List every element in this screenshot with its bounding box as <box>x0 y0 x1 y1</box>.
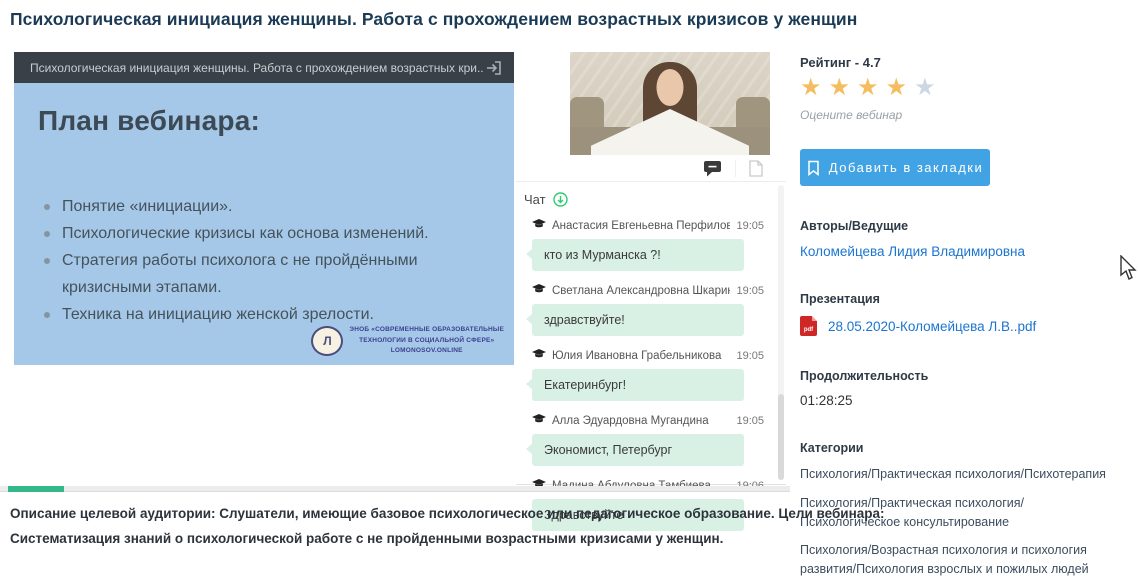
logo-text-line: ТЕХНОЛОГИИ В СОЦИАЛЬНОЙ СФЕРЕ» <box>349 336 504 347</box>
chat-message: Светлана Александровна Шкарина 19:05 здр… <box>532 284 764 336</box>
graduation-cap-icon <box>532 414 546 427</box>
rating-label: Рейтинг - 4.7 <box>800 55 1132 70</box>
graduation-cap-icon <box>532 219 546 232</box>
player-header-title: Психологическая инициация женщины. Работ… <box>30 61 484 75</box>
chat-message: Алла Эдуардовна Мугандина 19:05 Экономис… <box>532 414 764 466</box>
chat-message-header: Алла Эдуардовна Мугандина 19:05 <box>532 414 764 427</box>
presentation-label: Презентация <box>800 292 1132 306</box>
chat-message: Анастасия Евгеньевна Перфилова 19:05 кто… <box>532 219 764 271</box>
presenter-face <box>657 69 684 106</box>
chat-message-time: 19:05 <box>736 220 764 232</box>
materials-tab-icon[interactable] <box>735 160 776 177</box>
description-line: Систематизация знаний о психологической … <box>10 526 1130 551</box>
logo-text-line: LOMONOSOV.ONLINE <box>349 346 504 357</box>
pdf-badge-label: pdf <box>804 327 813 333</box>
page-title: Психологическая инициация женщины. Работ… <box>10 9 1130 30</box>
presentation-file-row: pdf 28.05.2020-Коломейцева Л.В..pdf <box>800 316 1132 336</box>
slide-bullet: Стратегия работы психолога с не пройдённ… <box>38 247 488 301</box>
graduation-cap-icon <box>532 349 546 362</box>
scroll-to-latest-icon[interactable] <box>553 192 568 207</box>
duration-value: 01:28:25 <box>800 393 1132 408</box>
add-bookmark-button[interactable]: Добавить в закладки <box>800 149 990 186</box>
logo-text-line: ЭНОБ «СОВРЕМЕННЫЕ ОБРАЗОВАТЕЛЬНЫЕ <box>349 325 504 336</box>
chat-message-bubble: здравствуйте! <box>532 304 744 336</box>
organization-logo: Л ЭНОБ «СОВРЕМЕННЫЕ ОБРАЗОВАТЕЛЬНЫЕ ТЕХН… <box>311 325 504 357</box>
playback-progress-fill <box>8 486 64 492</box>
slide-bullet: Понятие «инициации». <box>38 193 488 220</box>
logo-emblem-icon: Л <box>311 326 343 356</box>
chat-author-name: Юлия Ивановна Грабельникова <box>552 350 730 362</box>
chat-author-name: Анастасия Евгеньевна Перфилова <box>552 220 730 232</box>
logo-text: ЭНОБ «СОВРЕМЕННЫЕ ОБРАЗОВАТЕЛЬНЫЕ ТЕХНОЛ… <box>349 325 504 357</box>
player-header: Психологическая инициация женщины. Работ… <box>14 52 514 83</box>
chat-message-bubble: Екатеринбург! <box>532 369 744 401</box>
slide-bullet: Психологические кризисы как основа измен… <box>38 220 488 247</box>
bookmark-icon <box>807 160 820 176</box>
chat-header: Чат <box>516 182 786 211</box>
chat-scrollbar-thumb[interactable] <box>778 394 784 480</box>
rate-prompt: Оцените вебинар <box>800 108 1132 122</box>
chat-message-time: 19:05 <box>736 350 764 362</box>
exit-fullscreen-icon[interactable] <box>484 58 504 78</box>
category-item: Психология/Практическая психология/Психо… <box>800 465 1110 484</box>
chat-message-time: 19:05 <box>736 285 764 297</box>
chat-message-time: 19:05 <box>736 415 764 427</box>
duration-label: Продолжительность <box>800 369 1132 383</box>
rating-stars[interactable]: ★★★★★ <box>800 75 1132 101</box>
author-link[interactable]: Коломейцева Лидия Владимировна <box>800 244 1025 259</box>
pdf-file-icon: pdf <box>800 316 817 336</box>
chat-toolbar <box>516 155 786 182</box>
chat-author-name: Светлана Александровна Шкарина <box>552 285 730 297</box>
star-empty-icon[interactable]: ★ <box>914 74 943 101</box>
chat-scrollbar[interactable] <box>778 185 784 480</box>
webcam-video[interactable] <box>570 52 770 155</box>
chat-panel: Чат Анастасия Евгеньевна Перфилова 19:0 <box>516 155 786 485</box>
playback-progress-bar[interactable] <box>0 486 790 492</box>
star-filled-icons[interactable]: ★★★★ <box>800 74 914 101</box>
chat-message-header: Юлия Ивановна Грабельникова 19:05 <box>532 349 764 362</box>
webinar-description: Описание целевой аудитории: Слушатели, и… <box>10 501 1130 551</box>
graduation-cap-icon <box>532 284 546 297</box>
chat-message-bubble: кто из Мурманска ?! <box>532 239 744 271</box>
chat-message-bubble: Экономист, Петербург <box>532 434 744 466</box>
chat-message: Юлия Ивановна Грабельникова 19:05 Екатер… <box>532 349 764 401</box>
presentation-file-link[interactable]: 28.05.2020-Коломейцева Л.В..pdf <box>828 319 1036 334</box>
presentation-slide: План вебинара: Понятие «инициации». Псих… <box>14 83 514 365</box>
chat-author-name: Алла Эдуардовна Мугандина <box>552 415 730 427</box>
chat-message-header: Анастасия Евгеньевна Перфилова 19:05 <box>532 219 764 232</box>
chat-message-header: Светлана Александровна Шкарина 19:05 <box>532 284 764 297</box>
add-bookmark-label: Добавить в закладки <box>829 160 983 175</box>
chat-label: Чат <box>524 192 546 207</box>
description-line: Описание целевой аудитории: Слушатели, и… <box>10 501 1130 526</box>
slide-title: План вебинара: <box>38 105 260 137</box>
slide-bullet-list: Понятие «инициации». Психологические кри… <box>38 193 488 328</box>
authors-label: Авторы/Ведущие <box>800 219 1132 233</box>
chat-tab-icon[interactable] <box>690 160 735 177</box>
categories-label: Категории <box>800 441 1132 455</box>
chat-message-list: Анастасия Евгеньевна Перфилова 19:05 кто… <box>516 211 786 531</box>
